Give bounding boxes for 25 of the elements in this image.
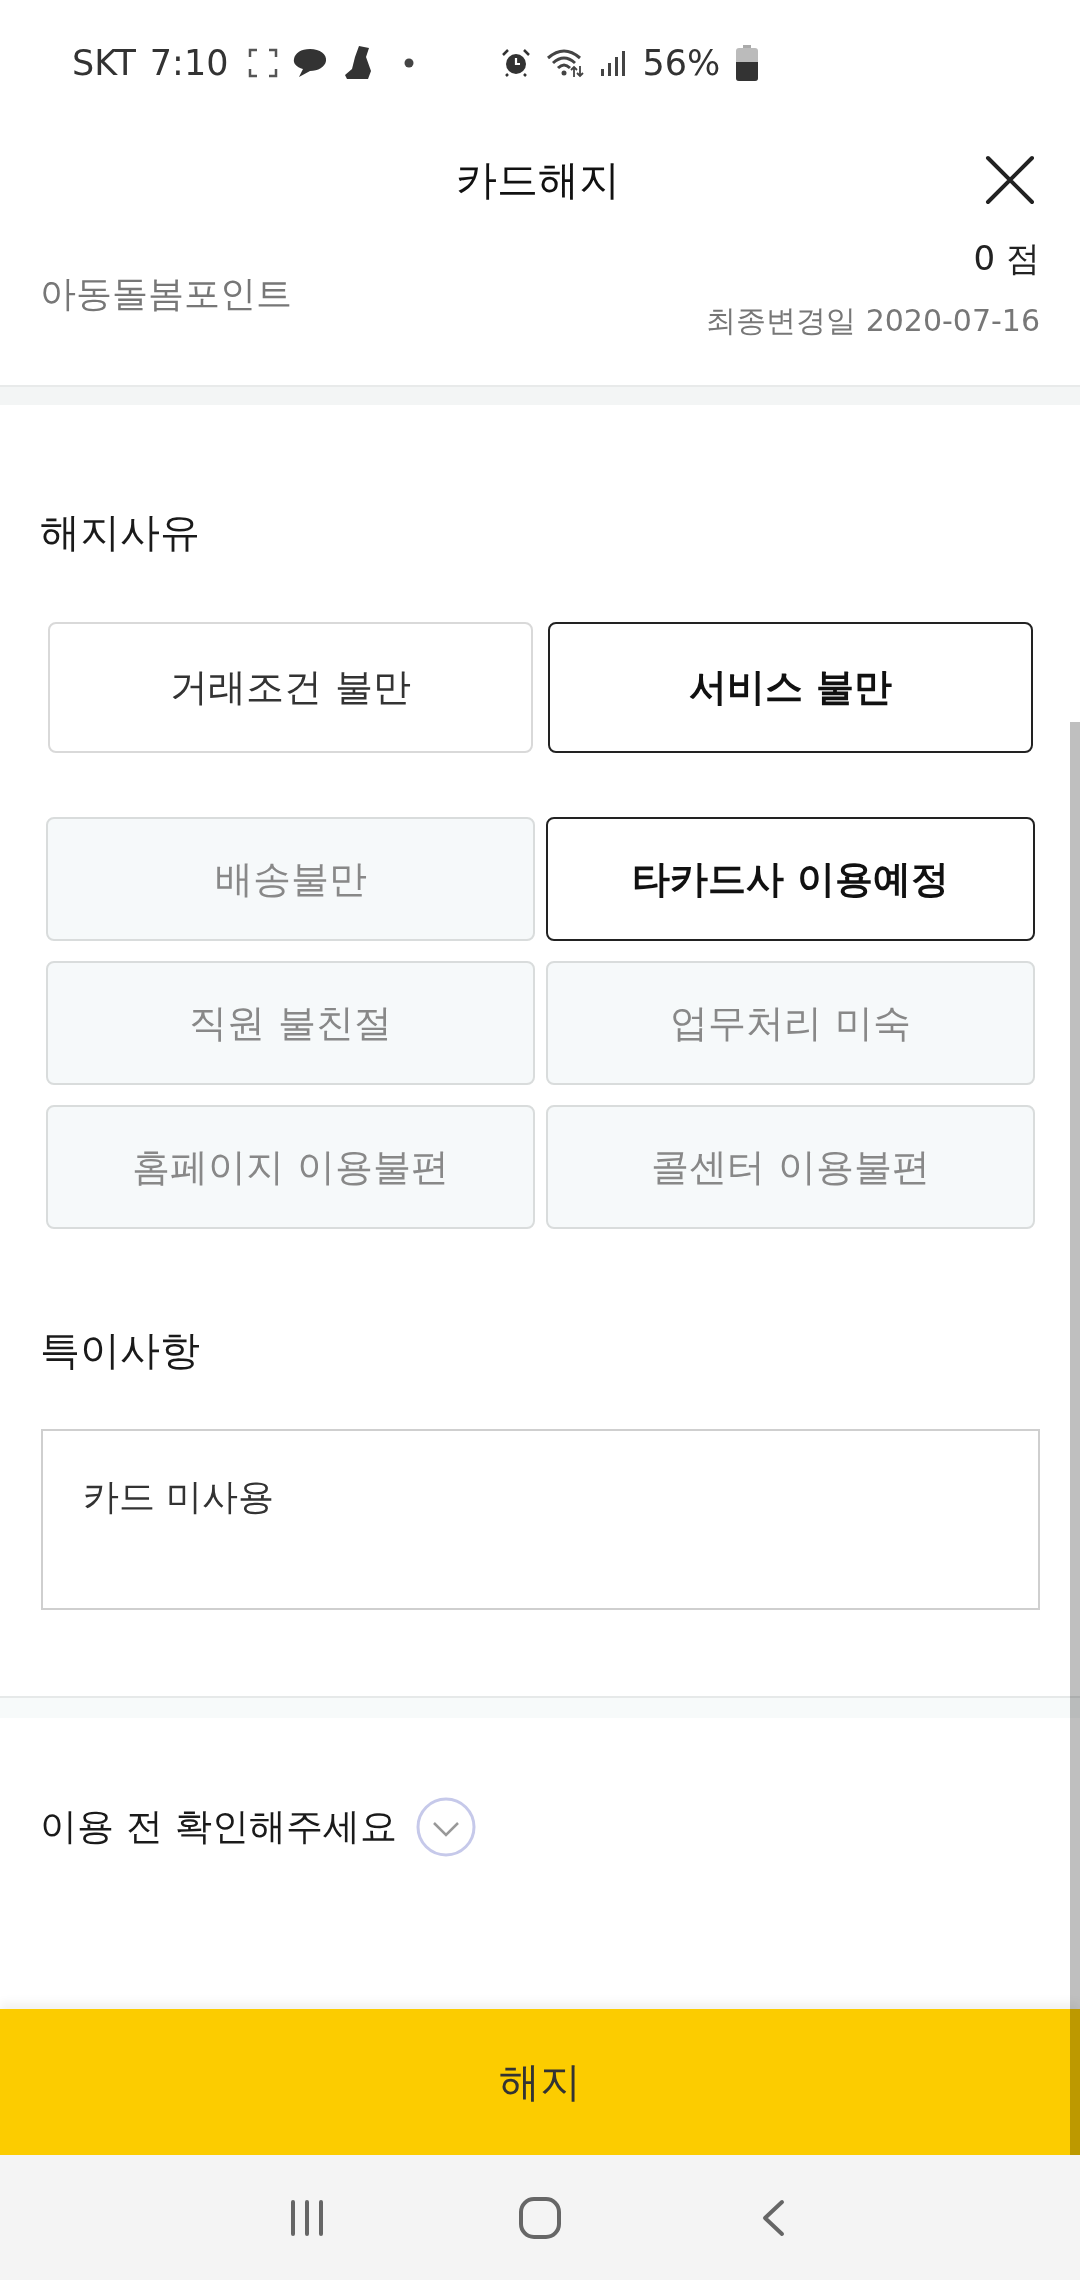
reason-category-button[interactable]: 거래조건 불만 (48, 622, 533, 753)
shoe-icon (342, 44, 373, 81)
section-title: 특이사항 (40, 1326, 200, 1375)
point-value: 0 점 (973, 237, 1040, 280)
battery-percent: 56% (642, 42, 721, 83)
wifi-icon (546, 47, 585, 78)
reason-category-button[interactable]: 서비스 불만 (548, 622, 1033, 753)
signal-icon (600, 49, 627, 76)
close-icon[interactable] (985, 155, 1035, 205)
cancel-card-button[interactable]: 해지 (0, 2009, 1080, 2155)
alarm-clock-icon (502, 48, 531, 77)
carrier-name: SKT (72, 42, 136, 83)
scan-frame-icon (248, 47, 279, 78)
page-title: 카드해지 (455, 154, 620, 206)
dot-icon (404, 57, 415, 68)
battery-icon (736, 44, 759, 81)
last-changed-date: 최종변경일 2020-07-16 (706, 302, 1040, 340)
chat-bubble-icon (292, 47, 329, 78)
reason-option-button[interactable]: 타카드사 이용예정 (546, 817, 1035, 941)
home-icon[interactable] (518, 2195, 562, 2240)
notice-title: 이용 전 확인해주세요 (40, 1804, 397, 1850)
remarks-field[interactable]: 카드 미사용 (41, 1429, 1040, 1610)
clock-time: 7:10 (149, 42, 229, 83)
point-name: 아동돌봄포인트 (40, 272, 292, 316)
section-title: 해지사유 (40, 508, 200, 557)
